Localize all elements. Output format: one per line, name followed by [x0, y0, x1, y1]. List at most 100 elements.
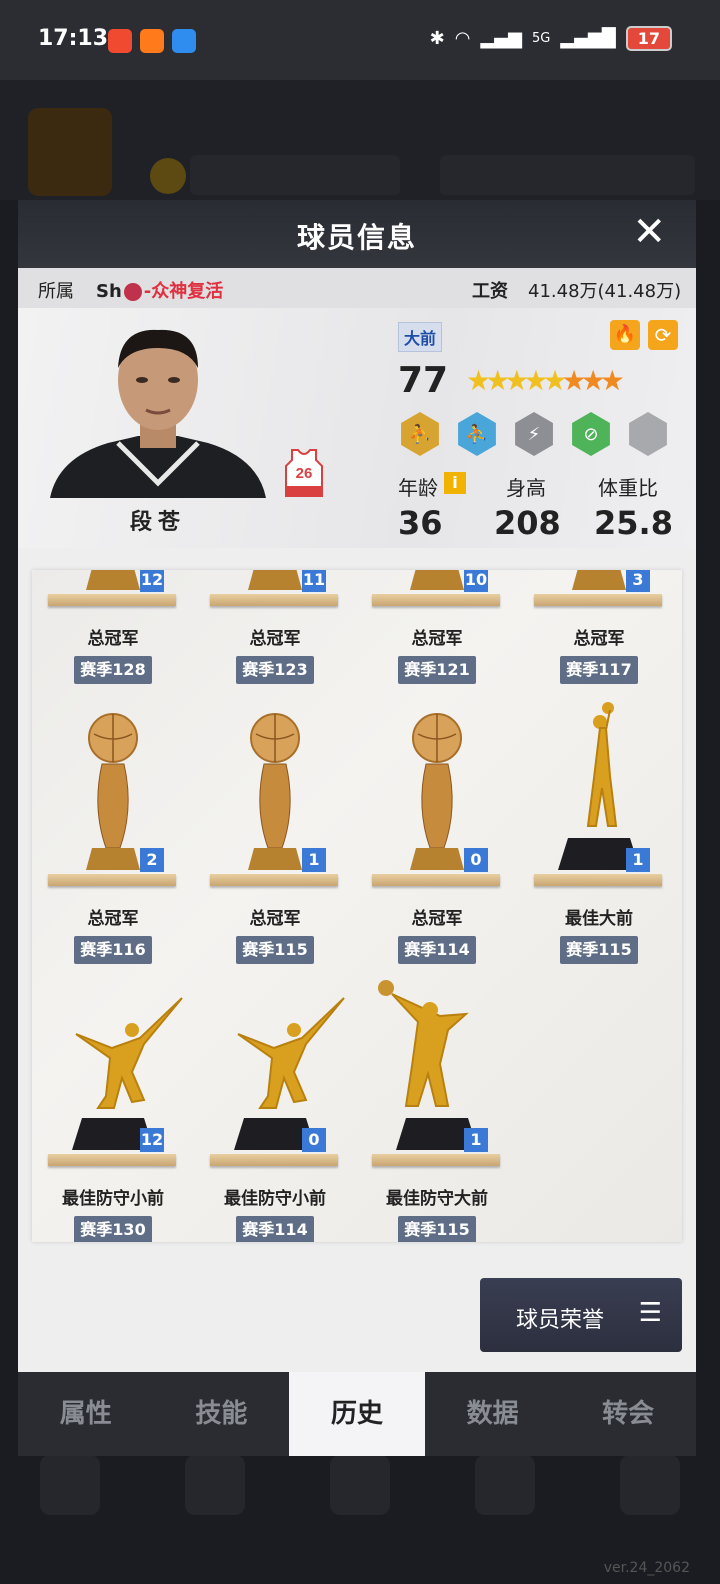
locked-badge-icon[interactable] — [629, 412, 667, 456]
trophy-name: 最佳防守小前 — [62, 1189, 164, 1209]
star-rating: ★★★★★★★★ — [466, 364, 625, 397]
trophy-cup-icon — [410, 713, 464, 870]
trophy-shelf — [534, 874, 662, 886]
signal-icon-2: ▂▄▆█ — [560, 28, 616, 49]
star-icon: ★ — [580, 364, 606, 397]
trophy-season: 赛季115 — [236, 936, 314, 964]
trophy-count-badge: 10 — [464, 570, 488, 592]
trophy-item[interactable]: 12 最佳防守小前 赛季130 — [32, 978, 194, 1242]
trophy-item[interactable]: 10 总冠军赛季121 — [356, 570, 518, 688]
trophy-name: 最佳防守大前 — [386, 1189, 488, 1209]
trophy-name: 总冠军 — [573, 629, 625, 649]
tab-transfer[interactable]: 转会 — [560, 1372, 696, 1456]
skill-badge-icon[interactable]: ⚡ — [515, 412, 553, 456]
star-icon: ★ — [504, 364, 529, 397]
star-icon: ★ — [599, 364, 625, 397]
team-badge-icon — [123, 283, 142, 301]
team-name: -众神复活 — [143, 281, 224, 302]
trophy-item[interactable]: 3 总冠军赛季117 — [518, 570, 680, 688]
info-icon[interactable]: i — [444, 472, 466, 494]
trophy-count-badge: 0 — [464, 848, 488, 872]
trophy-season: 赛季115 — [398, 1216, 476, 1242]
star-icon: ★ — [542, 364, 567, 397]
trophy-shelf — [210, 594, 338, 606]
trophy-name: 总冠军 — [87, 909, 139, 929]
trophy-name: 总冠军 — [249, 909, 301, 929]
trophy-shelf — [210, 874, 338, 886]
nav-icon — [475, 1455, 535, 1515]
close-button[interactable]: ✕ — [632, 212, 666, 252]
trophy-cup-icon — [86, 713, 140, 870]
signal-icon: ▂▄▆ — [480, 28, 522, 49]
jersey-icon: 26 — [285, 449, 323, 497]
trophy-count-badge: 0 — [302, 1128, 326, 1152]
team-salary-row: 所属 Sh -众神复活 工资 41.48万(41.48万) — [18, 268, 696, 308]
background-nav — [40, 1455, 680, 1525]
fire-icon[interactable]: 🔥 — [610, 320, 640, 350]
trophy-count-badge: 12 — [140, 1128, 164, 1152]
trophy-item[interactable]: 1 最佳大前 赛季115 — [518, 698, 680, 968]
trophy-count-badge: 12 — [140, 570, 164, 592]
tab-history[interactable]: 历史 — [289, 1372, 425, 1456]
bluetooth-icon: ✱ — [429, 28, 445, 49]
trophy-season: 赛季121 — [398, 656, 476, 684]
trophy-count-badge: 1 — [464, 1128, 488, 1152]
trophy-statue-icon — [234, 997, 345, 1150]
tab-stats[interactable]: 数据 — [425, 1372, 561, 1456]
coin-icon — [150, 158, 186, 194]
team-value[interactable]: Sh -众神复活 — [96, 277, 223, 303]
trophy-name: 总冠军 — [249, 629, 301, 649]
trophy-item[interactable]: 11 总冠军 赛季123 — [194, 570, 356, 688]
player-card: 段苍 26 大前 77 ★★★★★★★★ 🔥 ⟳ ⛹ ⛹ ⚡ ⊘ 年龄 i 身高 … — [18, 308, 696, 548]
jersey-number: 26 — [296, 465, 313, 482]
trophy-name: 总冠军 — [87, 629, 139, 649]
trophy-shelf — [48, 1154, 176, 1166]
trophy-shelf — [372, 1154, 500, 1166]
skill-badge-icon[interactable]: ⛹ — [401, 412, 439, 456]
trophy-count-badge: 1 — [302, 848, 326, 872]
trophy-season: 赛季114 — [236, 1216, 314, 1242]
team-prefix: Sh — [96, 281, 122, 302]
player-portrait — [50, 329, 266, 498]
team-label: 所属 — [38, 281, 74, 302]
player-honor-button[interactable]: 球员荣誉 ☰ — [480, 1278, 682, 1352]
trophy-shelf — [48, 874, 176, 886]
tab-attributes[interactable]: 属性 — [18, 1372, 154, 1456]
battery-indicator: 17 — [625, 26, 672, 51]
coin-balance — [190, 155, 400, 195]
trophy-item[interactable]: 2 总冠军 赛季116 — [32, 698, 194, 968]
refresh-icon[interactable]: ⟳ — [648, 320, 678, 350]
tab-skills[interactable]: 技能 — [154, 1372, 290, 1456]
skill-badge-icon[interactable]: ⊘ — [572, 412, 610, 456]
wifi-icon: ◠ — [454, 28, 471, 49]
nav-icon — [185, 1455, 245, 1515]
trophy-item[interactable]: 12 总冠军赛季128 — [32, 570, 194, 688]
trophy-item[interactable]: 1 最佳防守大前赛季115 — [356, 978, 518, 1242]
nav-icon — [330, 1455, 390, 1515]
trophy-season: 赛季116 — [74, 936, 152, 964]
star-icon: ★ — [561, 364, 587, 397]
trophy-shelf — [372, 594, 500, 606]
trophy-count-badge: 3 — [626, 570, 650, 592]
trophy-showcase[interactable]: 12 总冠军 赛季128 11 总冠军 赛季123 10 总冠军 赛季121 3 总冠军 赛季117 2… — [32, 570, 682, 1242]
nav-icon — [40, 1455, 100, 1515]
age-value: 36 — [398, 504, 443, 542]
trophy-shelf — [48, 594, 176, 606]
position-badge: 大前 — [398, 322, 443, 352]
trophy-statue-icon — [72, 997, 183, 1150]
trophy-item[interactable]: 1 总冠军赛季115 — [194, 698, 356, 968]
weight-value: 25.8 — [594, 504, 673, 542]
trophy-season: 赛季128 — [74, 656, 152, 684]
trophy-statue-icon — [378, 980, 478, 1150]
trophy-season: 赛季115 — [560, 936, 638, 964]
trophy-season: 赛季117 — [560, 656, 638, 684]
weather-app-icon — [172, 29, 196, 53]
trophy-item[interactable]: 0 最佳防守小前 赛季114 — [194, 978, 356, 1242]
trophy-cup-icon — [248, 713, 302, 870]
player-name: 段苍 — [129, 510, 186, 535]
trophy-name: 总冠军 — [411, 629, 463, 649]
player-rating: 77 — [398, 360, 449, 401]
trophy-item[interactable]: 0 总冠军 赛季114 — [356, 698, 518, 968]
star-icon: ★ — [485, 364, 510, 397]
skill-badge-icon[interactable]: ⛹ — [458, 412, 496, 456]
